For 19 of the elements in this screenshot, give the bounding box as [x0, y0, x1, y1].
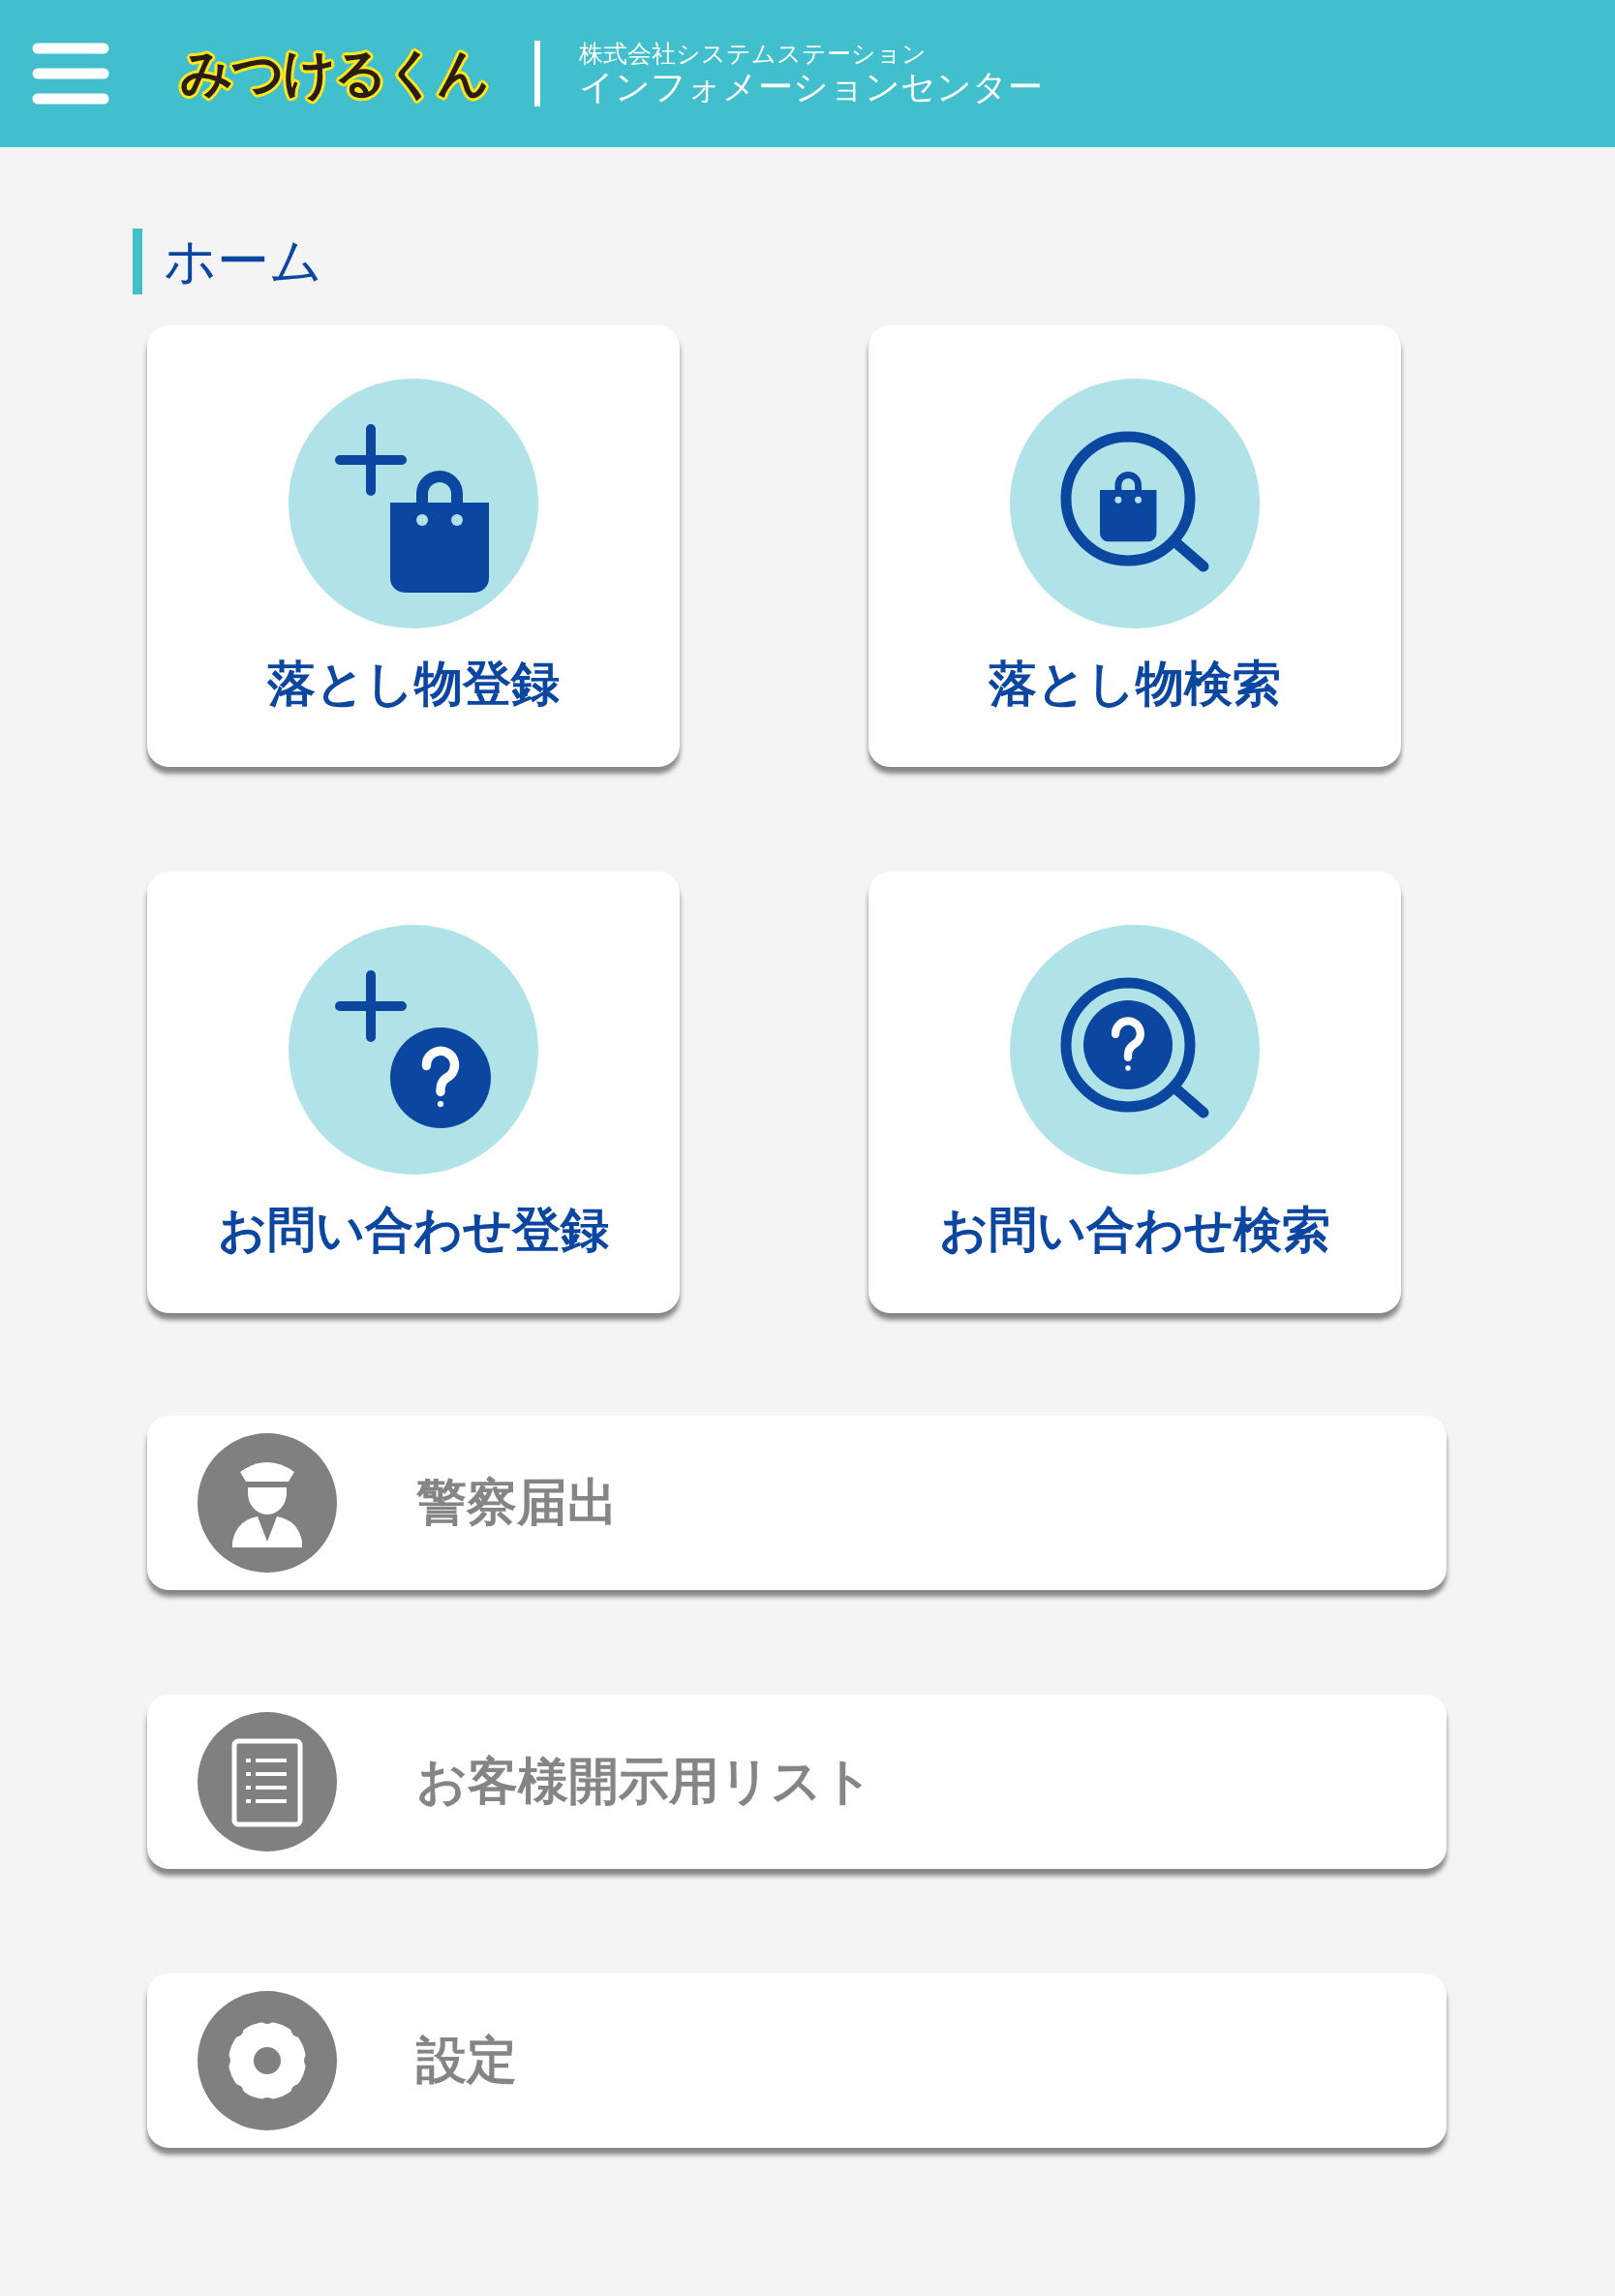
police-officer-icon: [198, 1433, 337, 1573]
menu-icon: [32, 42, 109, 106]
plus-bag-icon: [289, 379, 538, 628]
menu-tile[interactable]: お問い合わせ検索: [868, 872, 1401, 1313]
header-subtitle: インフォメーションセンター: [579, 67, 1043, 107]
page-title: ホーム: [133, 229, 322, 294]
menu-row[interactable]: お客様開示用リスト: [147, 1695, 1447, 1869]
menu-row[interactable]: 設定: [147, 1974, 1447, 2148]
plus-question-mark-icon: [289, 925, 538, 1175]
magnifier-question-mark-icon: [1010, 925, 1260, 1175]
company-name: 株式会社システムステーション: [579, 41, 928, 68]
logo: みつけるくん: [180, 41, 488, 106]
document-list-icon: [198, 1712, 337, 1852]
settings-icon: [198, 1991, 337, 2130]
menu-tile[interactable]: 落とし物検索: [868, 325, 1401, 767]
magnifier-bag-icon: [1010, 379, 1260, 628]
menu-row[interactable]: 警察届出: [147, 1416, 1447, 1590]
menu-tile[interactable]: 落とし物登録: [147, 325, 680, 767]
menu-tile[interactable]: お問い合わせ登録: [147, 872, 680, 1313]
